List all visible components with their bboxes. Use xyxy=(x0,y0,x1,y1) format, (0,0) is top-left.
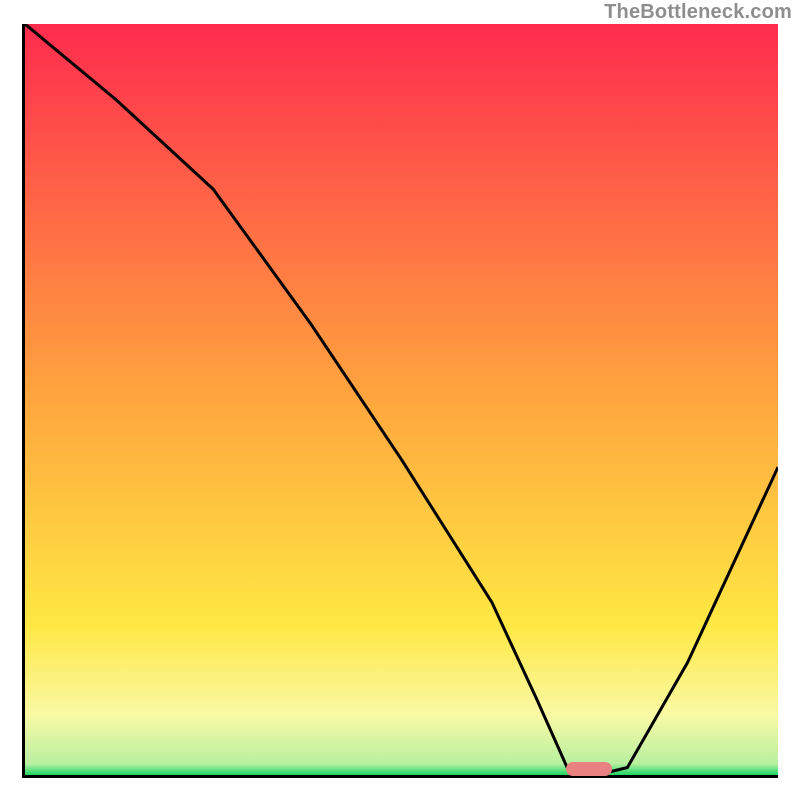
optimal-marker xyxy=(566,762,612,776)
x-axis xyxy=(22,775,778,778)
attribution-watermark: TheBottleneck.com xyxy=(604,2,792,22)
plot-area xyxy=(25,24,778,775)
y-axis xyxy=(22,24,25,778)
gradient-bg xyxy=(25,24,778,775)
